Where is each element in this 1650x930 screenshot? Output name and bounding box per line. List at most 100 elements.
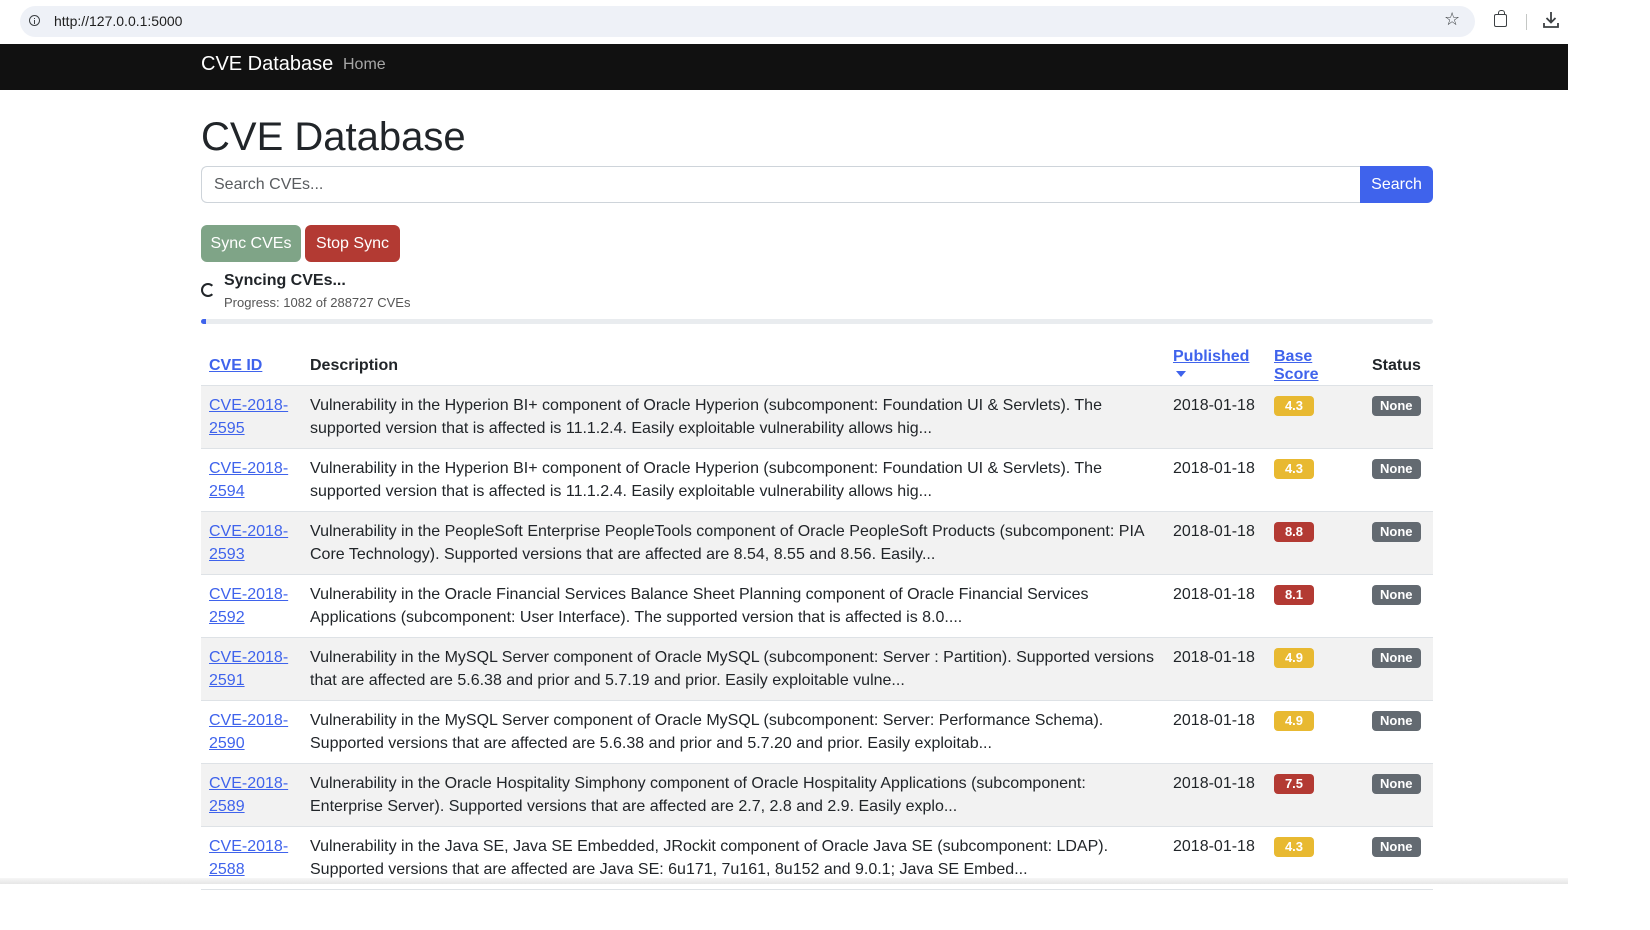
loading-spinner-icon bbox=[201, 283, 215, 297]
table-row: CVE-2018- 2594 Vulnerability in the Hyperi… bbox=[201, 448, 1433, 512]
score-badge: 4.3 bbox=[1274, 837, 1314, 857]
cve-id-link[interactable]: CVE-2018- 2591 bbox=[209, 649, 288, 689]
description-cell: Vulnerability in the Oracle Financial Se… bbox=[302, 574, 1165, 638]
status-cell: None bbox=[1364, 511, 1433, 575]
published-cell: 2018-01-18 bbox=[1165, 574, 1266, 638]
table-row: CVE-2018- 2591 Vulnerability in the MySQL … bbox=[201, 637, 1433, 701]
status-badge: None bbox=[1372, 459, 1421, 479]
cve-id-cell: CVE-2018- 2592 bbox=[201, 574, 302, 638]
url-text[interactable]: http://127.0.0.1:5000 bbox=[54, 13, 182, 29]
bookmark-star-icon[interactable]: ☆ bbox=[1444, 10, 1460, 28]
cve-id-number[interactable]: 2589 bbox=[209, 798, 245, 815]
table-row: CVE-2018- 2595 Vulnerability in the Hyperi… bbox=[201, 385, 1433, 449]
cve-id-number[interactable]: 2590 bbox=[209, 735, 245, 752]
cve-id-prefix[interactable]: CVE-2018- bbox=[209, 586, 288, 603]
cve-id-prefix[interactable]: CVE-2018- bbox=[209, 775, 288, 792]
status-cell: None bbox=[1364, 574, 1433, 638]
cve-id-number[interactable]: 2592 bbox=[209, 609, 245, 626]
status-badge: None bbox=[1372, 585, 1421, 605]
cve-table-body: CVE-2018- 2595 Vulnerability in the Hyperi… bbox=[201, 385, 1433, 890]
stop-sync-button[interactable]: Stop Sync bbox=[305, 225, 400, 262]
column-header-cve-id[interactable]: CVE ID bbox=[201, 346, 302, 386]
download-icon[interactable] bbox=[1542, 10, 1560, 30]
column-header-status: Status bbox=[1364, 346, 1433, 386]
score-badge: 4.3 bbox=[1274, 459, 1314, 479]
table-row: CVE-2018- 2589 Vulnerability in the Oracle… bbox=[201, 763, 1433, 827]
published-cell: 2018-01-18 bbox=[1165, 448, 1266, 512]
cve-id-number[interactable]: 2595 bbox=[209, 420, 245, 437]
base-score-cell: 8.8 bbox=[1266, 511, 1364, 575]
score-badge: 4.9 bbox=[1274, 711, 1314, 731]
cve-id-prefix[interactable]: CVE-2018- bbox=[209, 649, 288, 666]
toolbar-divider bbox=[1526, 14, 1527, 30]
cve-id-number[interactable]: 2591 bbox=[209, 672, 245, 689]
page-title: CVE Database bbox=[201, 115, 466, 159]
cve-id-link[interactable]: CVE-2018- 2592 bbox=[209, 586, 288, 626]
cve-id-prefix[interactable]: CVE-2018- bbox=[209, 838, 288, 855]
status-cell: None bbox=[1364, 448, 1433, 512]
table-header-row: CVE ID Description Published Base Score … bbox=[201, 346, 1433, 386]
cve-id-prefix[interactable]: CVE-2018- bbox=[209, 712, 288, 729]
sort-link-cve-id[interactable]: CVE ID bbox=[209, 357, 262, 374]
cve-id-cell: CVE-2018- 2590 bbox=[201, 700, 302, 764]
cve-id-prefix[interactable]: CVE-2018- bbox=[209, 460, 288, 477]
score-badge: 4.3 bbox=[1274, 396, 1314, 416]
cve-id-prefix[interactable]: CVE-2018- bbox=[209, 523, 288, 540]
cve-id-number[interactable]: 2593 bbox=[209, 546, 245, 563]
description-cell: Vulnerability in the PeopleSoft Enterpri… bbox=[302, 511, 1165, 575]
status-cell: None bbox=[1364, 385, 1433, 449]
extensions-icon[interactable] bbox=[1494, 10, 1507, 27]
address-bar[interactable]: http://127.0.0.1:5000 bbox=[20, 6, 1475, 37]
cve-id-number[interactable]: 2594 bbox=[209, 483, 245, 500]
cve-id-link[interactable]: CVE-2018- 2589 bbox=[209, 775, 288, 815]
sync-cves-button[interactable]: Sync CVEs bbox=[201, 225, 301, 262]
sync-progress-bar bbox=[201, 319, 1433, 324]
cve-id-link[interactable]: CVE-2018- 2588 bbox=[209, 838, 288, 878]
nav-link-home[interactable]: Home bbox=[343, 56, 386, 74]
status-badge: None bbox=[1372, 648, 1421, 668]
browser-toolbar: http://127.0.0.1:5000 ☆ bbox=[0, 0, 1568, 44]
sync-progress-text: Progress: 1082 of 288727 CVEs bbox=[224, 295, 411, 310]
cve-id-cell: CVE-2018- 2591 bbox=[201, 637, 302, 701]
column-header-description: Description bbox=[302, 346, 1165, 386]
column-header-base-score[interactable]: Base Score bbox=[1266, 346, 1364, 386]
base-score-cell: 4.9 bbox=[1266, 700, 1364, 764]
description-cell: Vulnerability in the Hyperion BI+ compon… bbox=[302, 448, 1165, 512]
status-badge: None bbox=[1372, 396, 1421, 416]
base-score-cell: 7.5 bbox=[1266, 763, 1364, 827]
search-input[interactable] bbox=[201, 166, 1361, 203]
cve-id-cell: CVE-2018- 2593 bbox=[201, 511, 302, 575]
cve-id-link[interactable]: CVE-2018- 2593 bbox=[209, 523, 288, 563]
navbar-brand[interactable]: CVE Database bbox=[201, 53, 333, 76]
published-cell: 2018-01-18 bbox=[1165, 637, 1266, 701]
description-cell: Vulnerability in the Oracle Hospitality … bbox=[302, 763, 1165, 827]
sort-desc-icon[interactable] bbox=[1176, 371, 1186, 378]
status-cell: None bbox=[1364, 763, 1433, 827]
cve-id-link[interactable]: CVE-2018- 2590 bbox=[209, 712, 288, 752]
published-cell: 2018-01-18 bbox=[1165, 700, 1266, 764]
base-score-cell: 4.9 bbox=[1266, 637, 1364, 701]
site-info-icon[interactable] bbox=[29, 15, 40, 26]
cve-id-link[interactable]: CVE-2018- 2595 bbox=[209, 397, 288, 437]
published-cell: 2018-01-18 bbox=[1165, 511, 1266, 575]
sort-link-base-score[interactable]: Base Score bbox=[1274, 348, 1318, 383]
cve-id-link[interactable]: CVE-2018- 2594 bbox=[209, 460, 288, 500]
status-cell: None bbox=[1364, 637, 1433, 701]
column-header-published[interactable]: Published bbox=[1165, 346, 1266, 386]
search-button[interactable]: Search bbox=[1360, 166, 1433, 203]
description-cell: Vulnerability in the MySQL Server compon… bbox=[302, 700, 1165, 764]
status-badge: None bbox=[1372, 837, 1421, 857]
sort-link-published[interactable]: Published bbox=[1173, 348, 1249, 365]
status-badge: None bbox=[1372, 774, 1421, 794]
score-badge: 7.5 bbox=[1274, 774, 1314, 794]
published-cell: 2018-01-18 bbox=[1165, 763, 1266, 827]
sync-status-title: Syncing CVEs... bbox=[224, 272, 346, 289]
score-badge: 8.8 bbox=[1274, 522, 1314, 542]
base-score-cell: 4.3 bbox=[1266, 385, 1364, 449]
base-score-cell: 8.1 bbox=[1266, 574, 1364, 638]
navbar: CVE Database Home bbox=[0, 44, 1568, 90]
cve-id-number[interactable]: 2588 bbox=[209, 861, 245, 878]
cve-id-prefix[interactable]: CVE-2018- bbox=[209, 397, 288, 414]
table-row: CVE-2018- 2593 Vulnerability in the People… bbox=[201, 511, 1433, 575]
viewport-bottom-edge bbox=[0, 878, 1568, 884]
